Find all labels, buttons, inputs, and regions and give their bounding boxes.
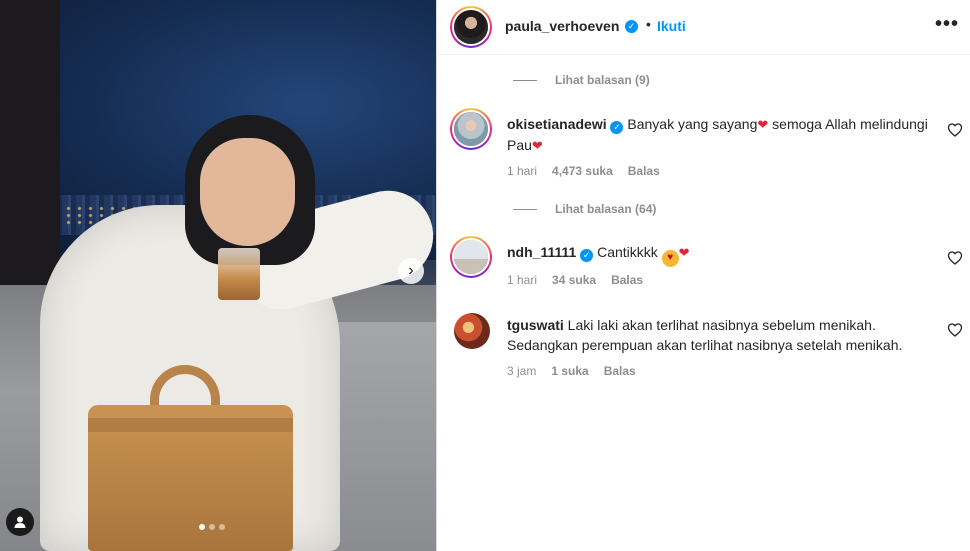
comment-meta: 3 jam 1 suka Balas — [507, 364, 636, 378]
user-tag-icon — [14, 516, 26, 528]
red-heart-emoji-icon: ❤ — [678, 245, 690, 260]
red-heart-emoji-icon: ❤ — [757, 117, 769, 132]
handbag-strap — [88, 418, 293, 432]
commenter-username[interactable]: okisetianadewi — [507, 116, 607, 132]
commenter-avatar[interactable] — [454, 313, 490, 349]
smiling-face — [200, 138, 295, 246]
carousel-dot — [209, 524, 215, 530]
comment-body-part1: Banyak yang sayang — [627, 116, 758, 132]
separator-dot: • — [646, 16, 651, 32]
post-header: paula_verhoeven ✓ • Ikuti ••• — [437, 0, 970, 55]
comment-likes[interactable]: 1 suka — [551, 364, 588, 378]
carousel-dot-active — [199, 524, 205, 530]
more-options-icon[interactable]: ••• — [935, 13, 959, 36]
like-heart-icon[interactable] — [947, 322, 963, 338]
comment-time: 1 hari — [507, 164, 538, 178]
comment-meta: 1 hari 34 suka Balas — [507, 273, 643, 287]
verified-badge-icon: ✓ — [610, 120, 624, 134]
carousel-dots — [199, 524, 225, 530]
view-replies-button[interactable]: Lihat balasan (64) — [513, 202, 656, 216]
reply-button[interactable]: Balas — [628, 164, 660, 178]
like-heart-icon[interactable] — [947, 122, 963, 138]
comment-time: 3 jam — [507, 364, 537, 378]
comment-time: 1 hari — [507, 273, 538, 287]
drink-glass — [218, 248, 260, 300]
reply-line — [513, 79, 537, 81]
reply-button[interactable]: Balas — [604, 364, 636, 378]
view-replies-button[interactable]: Lihat balasan (9) — [513, 73, 650, 87]
view-replies-label: Lihat balasan (9) — [555, 73, 650, 87]
comment-text: okisetianadewi ✓ Banyak yang sayang❤ sem… — [507, 114, 937, 156]
comment-likes[interactable]: 4,473 suka — [552, 164, 613, 178]
comment-body: Cantikkkk — [597, 244, 658, 260]
follow-button[interactable]: Ikuti — [657, 18, 686, 34]
comment-likes[interactable]: 34 suka — [552, 273, 596, 287]
red-heart-emoji-icon: ❤ — [531, 138, 543, 153]
post-photo[interactable]: › — [0, 0, 436, 551]
carousel-dot — [219, 524, 225, 530]
tagged-users-button[interactable] — [6, 508, 34, 536]
view-replies-label: Lihat balasan (64) — [555, 202, 657, 216]
commenter-username[interactable]: ndh_11111 — [507, 244, 576, 260]
commenter-username[interactable]: tguswati — [507, 317, 564, 333]
chevron-right-icon: › — [408, 262, 414, 279]
like-heart-icon[interactable] — [947, 250, 963, 266]
comment-body: Laki laki akan terlihat nasibnya sebelum… — [507, 317, 903, 353]
heart-eyes-emoji-icon: ♥ — [661, 249, 679, 267]
author-username[interactable]: paula_verhoeven — [505, 18, 619, 34]
verified-badge-icon: ✓ — [580, 248, 594, 262]
comments-panel: paula_verhoeven ✓ • Ikuti ••• Lihat bala… — [436, 0, 970, 551]
verified-badge-icon: ✓ — [625, 20, 638, 33]
reply-line — [513, 208, 537, 210]
comment-text: tguswati Laki laki akan terlihat nasibny… — [507, 315, 937, 355]
author-avatar[interactable] — [450, 6, 492, 48]
comment-meta: 1 hari 4,473 suka Balas — [507, 164, 660, 178]
comment-text: ndh_11111 ✓ Cantikkkk ♥ ❤ — [507, 242, 937, 267]
next-photo-button[interactable]: › — [398, 258, 424, 284]
commenter-avatar[interactable] — [450, 236, 492, 278]
commenter-avatar[interactable] — [450, 108, 492, 150]
reply-button[interactable]: Balas — [611, 273, 643, 287]
